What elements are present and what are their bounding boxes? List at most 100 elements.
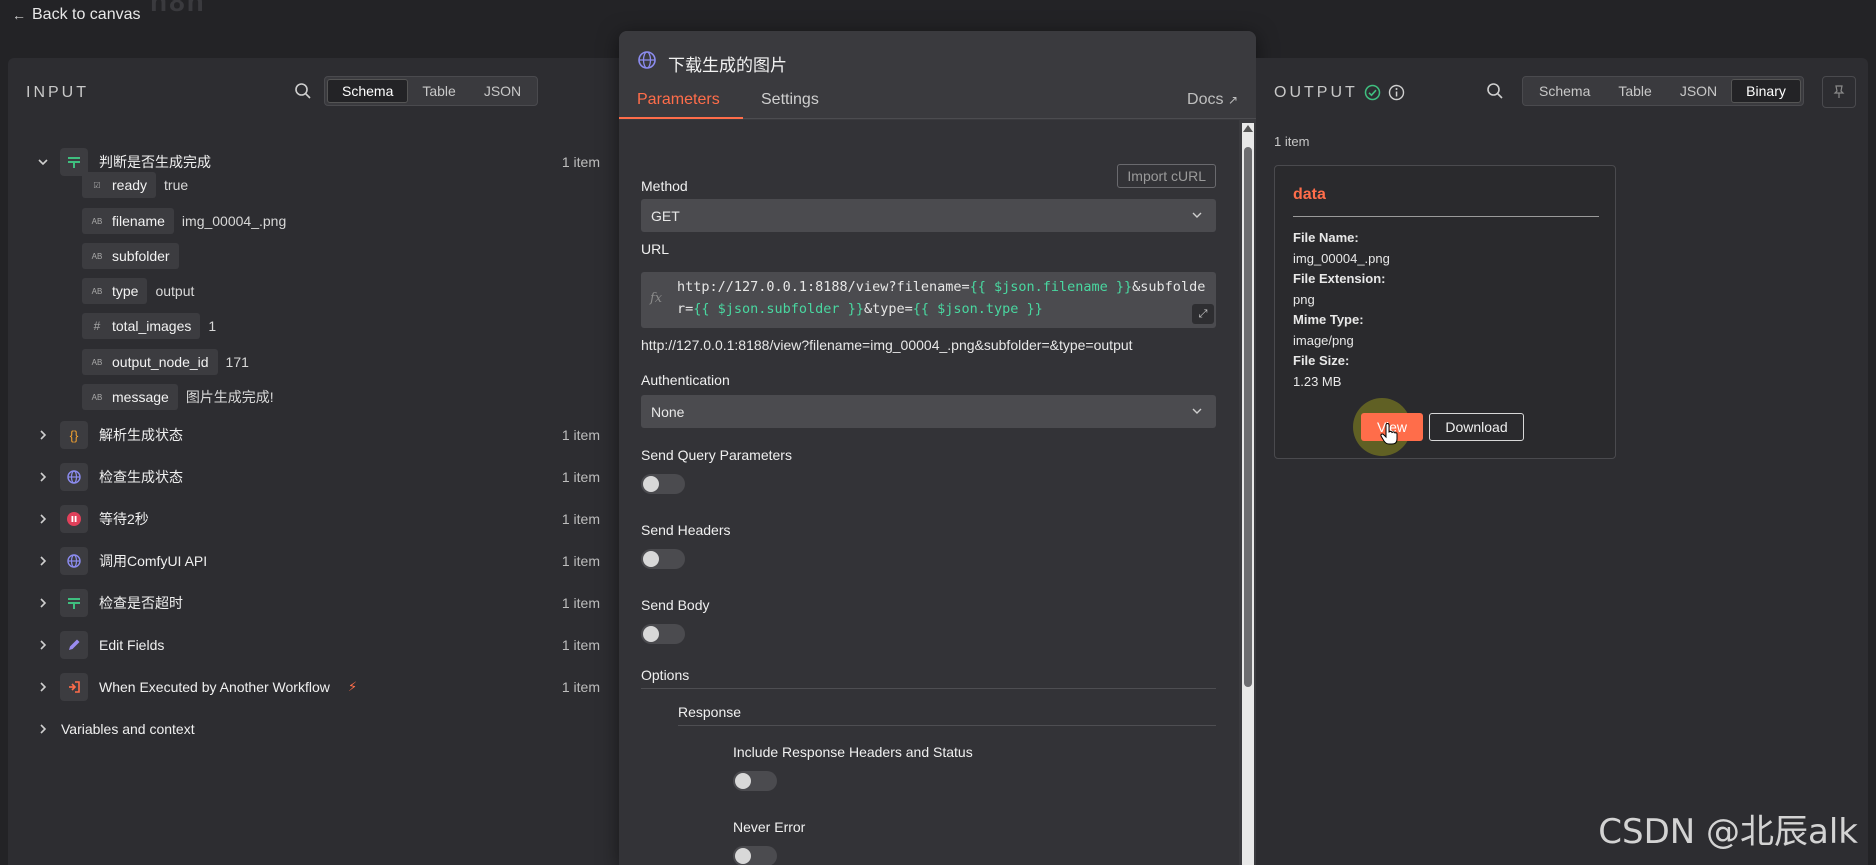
method-select[interactable]: GET [641, 199, 1216, 232]
field-chip[interactable]: AB message [82, 384, 178, 410]
file-name-key: File Name: [1293, 230, 1359, 245]
url-expression: {{ $json.type }} [912, 301, 1043, 317]
input-view-table[interactable]: Table [408, 79, 469, 103]
node-settings-panel: 下载生成的图片 Parameters Settings Docs ↗ Impor… [619, 31, 1256, 865]
chevron-right-icon[interactable] [36, 470, 50, 484]
watermark: CSDN @北辰alk [1598, 812, 1858, 852]
output-title: OUTPUT [1274, 84, 1358, 101]
file-extension-key: File Extension: [1293, 271, 1386, 286]
output-view-binary[interactable]: Binary [1731, 79, 1801, 103]
search-icon[interactable] [1486, 82, 1504, 100]
import-curl-button[interactable]: Import cURL [1117, 164, 1216, 188]
url-text: &type= [863, 301, 913, 317]
authentication-value: None [651, 403, 685, 420]
tree-node[interactable]: 检查生成状态 1 item [8, 460, 620, 494]
send-headers-label: Send Headers [641, 522, 731, 538]
field-chip[interactable]: ☑ ready [82, 172, 157, 198]
tab-parameters[interactable]: Parameters [637, 91, 720, 109]
authentication-select[interactable]: None [641, 395, 1216, 428]
field-value: 1 [208, 318, 217, 334]
field-value: output [155, 283, 195, 299]
url-text: http://127.0.0.1:8188/view?filename= [677, 279, 970, 295]
field-chip[interactable]: # total_images [82, 313, 201, 339]
send-headers-toggle[interactable] [641, 549, 685, 569]
url-expression-input[interactable]: fx http://127.0.0.1:8188/view?filename={… [641, 272, 1216, 328]
field-chip[interactable]: AB filename [82, 208, 174, 234]
chevron-right-icon[interactable] [36, 638, 50, 652]
search-icon[interactable] [294, 82, 312, 100]
field-value: 图片生成完成! [185, 389, 274, 405]
docs-link[interactable]: Docs ↗ [1187, 91, 1238, 109]
info-icon[interactable] [1388, 84, 1405, 101]
bolt-icon: ⚡ [348, 679, 358, 694]
scroll-up-arrow[interactable] [1243, 125, 1253, 132]
file-size-value: 1.23 MB [1293, 374, 1342, 389]
send-body-toggle[interactable] [641, 624, 685, 644]
external-link-icon: ↗ [1227, 93, 1238, 107]
input-title: INPUT [26, 84, 89, 101]
authentication-label: Authentication [641, 372, 730, 388]
never-error-label: Never Error [733, 819, 806, 835]
chevron-right-icon[interactable] [36, 680, 50, 694]
field-chip[interactable]: AB subfolder [82, 243, 179, 269]
input-view-json[interactable]: JSON [470, 79, 535, 103]
logo: n8n [150, 0, 206, 17]
output-view-table[interactable]: Table [1604, 79, 1665, 103]
field-name: ready [112, 177, 148, 193]
variables-context-row[interactable]: Variables and context [8, 712, 620, 746]
chevron-right-icon[interactable] [36, 596, 50, 610]
never-error-toggle[interactable] [733, 846, 777, 865]
scrollbar[interactable] [1242, 123, 1254, 865]
output-view-schema[interactable]: Schema [1525, 79, 1604, 103]
scroll-thumb[interactable] [1244, 147, 1252, 687]
output-item-count: 1 item [1274, 134, 1310, 149]
send-query-toggle[interactable] [641, 474, 685, 494]
file-extension-value: png [1293, 292, 1315, 307]
back-to-canvas-link[interactable]: ← Back to canvas [12, 6, 141, 24]
chevron-right-icon[interactable] [36, 428, 50, 442]
success-check-icon [1364, 84, 1381, 101]
toggle-knob [643, 626, 659, 642]
tree-node-label: 解析生成状态 [99, 427, 183, 443]
chevron-down-icon[interactable] [36, 155, 50, 169]
tree-node[interactable]: 等待2秒 1 item [8, 502, 620, 536]
tree-node[interactable]: {} 解析生成状态 1 item [8, 418, 620, 452]
tree-node-count: 1 item [561, 637, 600, 653]
binary-property-name: data [1293, 186, 1326, 203]
node-title[interactable]: 下载生成的图片 [668, 51, 787, 76]
pin-icon [1833, 85, 1845, 98]
tree-node[interactable]: 调用ComfyUI API 1 item [8, 544, 620, 578]
schema-field: ☑ ready true [82, 171, 188, 199]
send-query-label: Send Query Parameters [641, 447, 792, 463]
send-body-label: Send Body [641, 597, 710, 613]
tree-node-label: 判断是否生成完成 [99, 154, 211, 170]
input-panel: INPUT Schema Table JSON 判断是否生成完成 1 item … [8, 58, 620, 865]
mime-type-value: image/png [1293, 333, 1354, 348]
download-button[interactable]: Download [1429, 413, 1524, 441]
globe-icon [60, 547, 88, 575]
field-name: type [112, 283, 139, 299]
field-value: true [164, 177, 189, 193]
chevron-right-icon[interactable] [36, 512, 50, 526]
active-tab-indicator [619, 117, 743, 119]
tree-node[interactable]: 检查是否超时 1 item [8, 586, 620, 620]
field-chip[interactable]: AB type [82, 278, 148, 304]
input-view-schema[interactable]: Schema [327, 79, 409, 103]
output-view-json[interactable]: JSON [1666, 79, 1731, 103]
chevron-right-icon[interactable] [36, 722, 50, 736]
pin-data-button[interactable] [1822, 76, 1856, 108]
include-headers-toggle[interactable] [733, 771, 777, 791]
toggle-knob [735, 773, 751, 789]
tree-node[interactable]: Edit Fields 1 item [8, 628, 620, 662]
chevron-down-icon [1192, 408, 1202, 414]
chevron-right-icon[interactable] [36, 554, 50, 568]
tree-node-label: Edit Fields [99, 637, 165, 653]
input-view-switcher: Schema Table JSON [324, 76, 539, 106]
expand-editor-icon[interactable]: ⤢ [1192, 304, 1214, 324]
field-chip[interactable]: AB output_node_id [82, 349, 218, 375]
url-expression: {{ $json.filename }} [969, 279, 1133, 295]
tree-node[interactable]: When Executed by Another Workflow ⚡ 1 it… [8, 670, 620, 704]
hand-cursor-icon [1380, 423, 1398, 445]
tab-settings[interactable]: Settings [761, 91, 819, 109]
url-label: URL [641, 241, 670, 257]
